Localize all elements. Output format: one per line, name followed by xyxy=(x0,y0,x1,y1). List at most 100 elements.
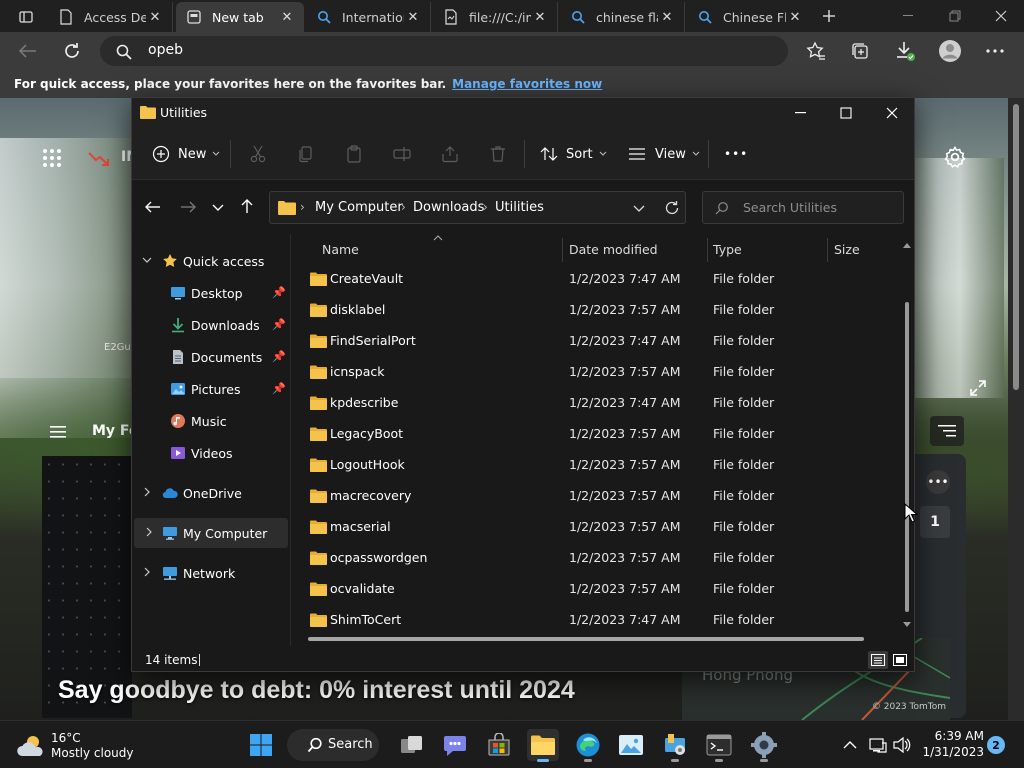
details-view-button[interactable] xyxy=(868,651,888,669)
settings-menu-button[interactable] xyxy=(980,36,1010,66)
column-header-date[interactable]: Date modified xyxy=(569,242,658,257)
search-input[interactable]: Search Utilities xyxy=(702,191,904,224)
edge-browser-button[interactable] xyxy=(572,729,604,762)
table-row[interactable]: icnspack 1/2/2023 7:57 AM File folder xyxy=(301,357,901,388)
network-status-button[interactable] xyxy=(868,735,888,755)
show-hidden-icons-button[interactable] xyxy=(840,735,860,755)
minimize-button[interactable] xyxy=(778,98,824,128)
column-header-size[interactable]: Size xyxy=(834,242,860,257)
tab-new-tab[interactable]: New tab ✕ xyxy=(176,2,304,32)
minimize-button[interactable] xyxy=(886,0,932,32)
photos-button[interactable] xyxy=(615,729,647,761)
table-row[interactable]: macrecovery 1/2/2023 7:57 AM File folder xyxy=(301,481,901,512)
maximize-button[interactable] xyxy=(823,98,869,128)
terminal-button[interactable] xyxy=(703,729,735,762)
apps-grid-icon[interactable] xyxy=(42,148,62,168)
sidebar-item-videos[interactable]: Videos xyxy=(132,438,290,468)
scroll-down-icon[interactable] xyxy=(903,622,911,628)
tab-access-denied[interactable]: Access Denied ✕ xyxy=(48,2,173,32)
arrow-left-icon[interactable] xyxy=(145,200,161,214)
settings-button[interactable] xyxy=(748,729,780,762)
sidebar-item-pictures[interactable]: Pictures 📌 xyxy=(132,374,290,404)
breadcrumb-item[interactable]: Downloads xyxy=(413,200,484,215)
see-more-button[interactable]: ••• xyxy=(724,138,748,170)
tab-chinese-flag[interactable]: Chinese Flag ✕ xyxy=(687,2,812,32)
chevron-down-icon[interactable] xyxy=(633,205,645,213)
notification-badge[interactable]: 2 xyxy=(987,736,1005,754)
weather-widget[interactable]: 16°C Mostly cloudy xyxy=(14,729,174,763)
scrollbar-thumb[interactable] xyxy=(1013,104,1019,390)
chevron-right-icon[interactable] xyxy=(142,566,152,578)
table-row[interactable]: CreateVault 1/2/2023 7:47 AM File folder xyxy=(301,264,901,295)
sidebar-item-quick-access[interactable]: Quick access xyxy=(132,246,290,276)
breadcrumb[interactable]: › My Computer › Downloads › Utilities xyxy=(269,191,686,224)
profile-button[interactable] xyxy=(935,36,965,66)
paste-icon[interactable] xyxy=(344,144,364,164)
large-icons-view-button[interactable] xyxy=(890,651,910,669)
volume-button[interactable] xyxy=(892,735,912,755)
clock[interactable]: 6:39 AM 1/31/2023 xyxy=(920,728,984,760)
chevron-down-icon[interactable] xyxy=(142,254,152,266)
file-list-scrollbar[interactable] xyxy=(902,234,912,634)
control-panel-button[interactable] xyxy=(659,729,691,762)
horizontal-scrollbar-thumb[interactable] xyxy=(308,637,864,641)
table-row[interactable]: LegacyBoot 1/2/2023 7:57 AM File folder xyxy=(301,419,901,450)
table-row[interactable]: FindSerialPort 1/2/2023 7:47 AM File folde… xyxy=(301,326,901,357)
table-row[interactable]: macserial 1/2/2023 7:57 AM File folder xyxy=(301,512,901,543)
scroll-up-icon[interactable] xyxy=(903,242,911,248)
close-icon[interactable]: ✕ xyxy=(404,8,422,26)
share-icon[interactable] xyxy=(440,144,460,164)
arrow-up-icon[interactable] xyxy=(240,198,254,214)
address-text[interactable]: opeb xyxy=(148,42,183,58)
sidebar-item-music[interactable]: Music xyxy=(132,406,290,436)
refresh-button[interactable] xyxy=(57,36,87,66)
sidebar-item-downloads[interactable]: Downloads 📌 xyxy=(132,310,290,340)
table-row[interactable]: disklabel 1/2/2023 7:57 AM File folder xyxy=(301,295,901,326)
close-icon[interactable]: ✕ xyxy=(786,8,804,26)
sidebar-item-network[interactable]: Network xyxy=(132,558,290,588)
file-explorer-button[interactable] xyxy=(527,729,559,762)
tab-actions-button[interactable] xyxy=(8,2,44,32)
close-icon[interactable]: ✕ xyxy=(531,8,549,26)
store-button[interactable] xyxy=(483,729,515,761)
breadcrumb-item[interactable]: Utilities xyxy=(495,200,544,215)
sidebar-item-my-computer[interactable]: My Computer xyxy=(134,518,288,548)
breadcrumb-item[interactable]: My Computer xyxy=(315,200,403,215)
teams-chat-button[interactable] xyxy=(439,729,471,761)
restore-button[interactable] xyxy=(932,0,978,32)
scrollbar-thumb[interactable] xyxy=(905,302,909,612)
collections-button[interactable] xyxy=(845,36,875,66)
table-row[interactable]: kpdescribe 1/2/2023 7:47 AM File folder xyxy=(301,388,901,419)
new-tab-button[interactable] xyxy=(812,0,846,32)
close-icon[interactable]: ✕ xyxy=(658,8,676,26)
favorites-button[interactable] xyxy=(801,36,831,66)
menu-icon[interactable] xyxy=(50,426,66,438)
page-scrollbar[interactable] xyxy=(1008,98,1024,720)
table-row[interactable]: ocvalidate 1/2/2023 7:57 AM File folder xyxy=(301,574,901,605)
chevron-right-icon[interactable] xyxy=(144,526,154,538)
chevron-right-icon[interactable] xyxy=(142,486,152,498)
close-window-button[interactable] xyxy=(978,0,1024,32)
table-row[interactable]: ShimToCert 1/2/2023 7:47 AM File folder xyxy=(301,605,901,636)
tab-file[interactable]: file:///C:/im ✕ xyxy=(433,2,558,32)
table-row[interactable]: LogoutHook 1/2/2023 7:57 AM File folder xyxy=(301,450,901,481)
delete-icon[interactable] xyxy=(488,144,508,164)
close-icon[interactable]: ✕ xyxy=(278,8,296,26)
sidebar-item-onedrive[interactable]: OneDrive xyxy=(132,478,290,508)
copy-icon[interactable] xyxy=(296,144,316,164)
layout-button[interactable] xyxy=(930,416,964,446)
tab-chinese-flag-search[interactable]: chinese flag ✕ xyxy=(560,2,685,32)
sort-button[interactable]: Sort xyxy=(540,138,607,170)
feed-headline[interactable]: Say goodbye to debt: 0% interest until 2… xyxy=(58,676,575,705)
taskbar-search[interactable]: Search xyxy=(287,729,379,761)
downloads-button[interactable] xyxy=(890,36,920,66)
expand-icon[interactable] xyxy=(970,380,986,396)
close-icon[interactable]: ✕ xyxy=(146,8,164,26)
arrow-right-icon[interactable] xyxy=(180,200,196,214)
sidebar-item-desktop[interactable]: Desktop 📌 xyxy=(132,278,290,308)
table-row[interactable]: ocpasswordgen 1/2/2023 7:57 AM File folder xyxy=(301,543,901,574)
refresh-icon[interactable] xyxy=(664,200,680,216)
manage-favorites-link[interactable]: Manage favorites now xyxy=(452,77,602,91)
sidebar-item-documents[interactable]: Documents 📌 xyxy=(132,342,290,372)
address-bar[interactable]: opeb xyxy=(100,36,788,66)
